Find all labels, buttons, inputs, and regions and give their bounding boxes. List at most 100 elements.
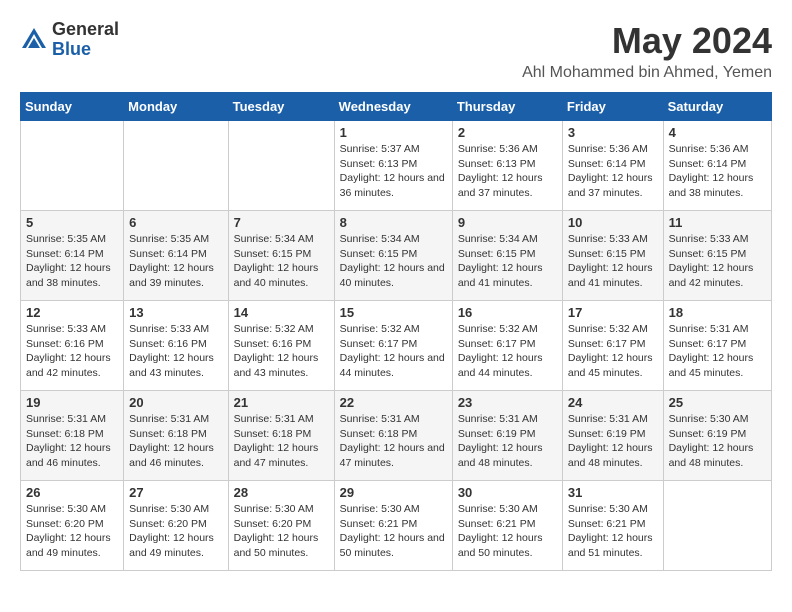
day-info: Sunrise: 5:30 AMSunset: 6:20 PMDaylight:… — [129, 502, 222, 561]
day-info: Sunrise: 5:30 AMSunset: 6:21 PMDaylight:… — [568, 502, 658, 561]
day-number: 19 — [26, 395, 118, 410]
day-info: Sunrise: 5:31 AMSunset: 6:19 PMDaylight:… — [458, 412, 557, 471]
calendar-cell: 26 Sunrise: 5:30 AMSunset: 6:20 PMDayligh… — [21, 481, 124, 571]
calendar-cell: 19 Sunrise: 5:31 AMSunset: 6:18 PMDayligh… — [21, 391, 124, 481]
day-info: Sunrise: 5:30 AMSunset: 6:20 PMDaylight:… — [26, 502, 118, 561]
day-number: 13 — [129, 305, 222, 320]
weekday-header-row: SundayMondayTuesdayWednesdayThursdayFrid… — [21, 93, 772, 121]
day-info: Sunrise: 5:32 AMSunset: 6:17 PMDaylight:… — [458, 322, 557, 381]
calendar-cell: 12 Sunrise: 5:33 AMSunset: 6:16 PMDayligh… — [21, 301, 124, 391]
calendar-cell: 5 Sunrise: 5:35 AMSunset: 6:14 PMDaylight… — [21, 211, 124, 301]
day-number: 16 — [458, 305, 557, 320]
day-info: Sunrise: 5:37 AMSunset: 6:13 PMDaylight:… — [340, 142, 447, 201]
day-info: Sunrise: 5:34 AMSunset: 6:15 PMDaylight:… — [234, 232, 329, 291]
weekday-header: Thursday — [452, 93, 562, 121]
calendar-cell: 24 Sunrise: 5:31 AMSunset: 6:19 PMDayligh… — [562, 391, 663, 481]
calendar-cell: 31 Sunrise: 5:30 AMSunset: 6:21 PMDayligh… — [562, 481, 663, 571]
weekday-header: Wednesday — [334, 93, 452, 121]
day-number: 17 — [568, 305, 658, 320]
calendar-week-row: 1 Sunrise: 5:37 AMSunset: 6:13 PMDaylight… — [21, 121, 772, 211]
calendar-cell: 25Sunrise: 5:30 AMSunset: 6:19 PMDayligh… — [663, 391, 771, 481]
calendar-cell: 23 Sunrise: 5:31 AMSunset: 6:19 PMDayligh… — [452, 391, 562, 481]
calendar-week-row: 26 Sunrise: 5:30 AMSunset: 6:20 PMDayligh… — [21, 481, 772, 571]
day-number: 14 — [234, 305, 329, 320]
calendar-cell — [663, 481, 771, 571]
calendar-cell: 30 Sunrise: 5:30 AMSunset: 6:21 PMDayligh… — [452, 481, 562, 571]
day-number: 21 — [234, 395, 329, 410]
day-number: 5 — [26, 215, 118, 230]
day-info: Sunrise: 5:31 AMSunset: 6:18 PMDaylight:… — [234, 412, 329, 471]
logo-general: General — [52, 19, 119, 39]
month-title: May 2024 — [522, 20, 772, 62]
weekday-header: Friday — [562, 93, 663, 121]
day-info: Sunrise: 5:31 AMSunset: 6:18 PMDaylight:… — [129, 412, 222, 471]
calendar-cell: 29Sunrise: 5:30 AMSunset: 6:21 PMDayligh… — [334, 481, 452, 571]
day-info: Sunrise: 5:32 AMSunset: 6:17 PMDaylight:… — [340, 322, 447, 381]
calendar-cell: 27 Sunrise: 5:30 AMSunset: 6:20 PMDayligh… — [124, 481, 228, 571]
day-number: 22 — [340, 395, 447, 410]
day-number: 29 — [340, 485, 447, 500]
day-info: Sunrise: 5:36 AMSunset: 6:13 PMDaylight:… — [458, 142, 557, 201]
calendar-week-row: 19 Sunrise: 5:31 AMSunset: 6:18 PMDayligh… — [21, 391, 772, 481]
calendar-cell: 10Sunrise: 5:33 AMSunset: 6:15 PMDayligh… — [562, 211, 663, 301]
logo-icon — [20, 26, 48, 54]
day-info: Sunrise: 5:31 AMSunset: 6:17 PMDaylight:… — [669, 322, 766, 381]
day-info: Sunrise: 5:33 AMSunset: 6:15 PMDaylight:… — [669, 232, 766, 291]
logo-text: General Blue — [52, 20, 119, 60]
calendar-cell: 21 Sunrise: 5:31 AMSunset: 6:18 PMDayligh… — [228, 391, 334, 481]
logo: General Blue — [20, 20, 119, 60]
calendar-cell — [21, 121, 124, 211]
location-title: Ahl Mohammed bin Ahmed, Yemen — [522, 64, 772, 82]
day-number: 10 — [568, 215, 658, 230]
weekday-header: Monday — [124, 93, 228, 121]
logo-blue: Blue — [52, 39, 91, 59]
calendar-cell: 1 Sunrise: 5:37 AMSunset: 6:13 PMDaylight… — [334, 121, 452, 211]
title-area: May 2024 Ahl Mohammed bin Ahmed, Yemen — [522, 20, 772, 82]
calendar-cell: 9 Sunrise: 5:34 AMSunset: 6:15 PMDaylight… — [452, 211, 562, 301]
day-number: 15 — [340, 305, 447, 320]
calendar-cell: 3 Sunrise: 5:36 AMSunset: 6:14 PMDaylight… — [562, 121, 663, 211]
day-number: 12 — [26, 305, 118, 320]
day-info: Sunrise: 5:31 AMSunset: 6:19 PMDaylight:… — [568, 412, 658, 471]
calendar-cell: 22Sunrise: 5:31 AMSunset: 6:18 PMDayligh… — [334, 391, 452, 481]
day-number: 6 — [129, 215, 222, 230]
calendar-cell — [124, 121, 228, 211]
day-number: 3 — [568, 125, 658, 140]
calendar-week-row: 5 Sunrise: 5:35 AMSunset: 6:14 PMDaylight… — [21, 211, 772, 301]
calendar-cell: 17 Sunrise: 5:32 AMSunset: 6:17 PMDayligh… — [562, 301, 663, 391]
day-info: Sunrise: 5:31 AMSunset: 6:18 PMDaylight:… — [26, 412, 118, 471]
day-info: Sunrise: 5:32 AMSunset: 6:17 PMDaylight:… — [568, 322, 658, 381]
weekday-header: Saturday — [663, 93, 771, 121]
day-number: 30 — [458, 485, 557, 500]
calendar-cell: 28Sunrise: 5:30 AMSunset: 6:20 PMDayligh… — [228, 481, 334, 571]
calendar-cell: 11 Sunrise: 5:33 AMSunset: 6:15 PMDayligh… — [663, 211, 771, 301]
day-number: 11 — [669, 215, 766, 230]
day-number: 9 — [458, 215, 557, 230]
calendar-cell: 15 Sunrise: 5:32 AMSunset: 6:17 PMDayligh… — [334, 301, 452, 391]
calendar-table: SundayMondayTuesdayWednesdayThursdayFrid… — [20, 92, 772, 571]
page-header: General Blue May 2024 Ahl Mohammed bin A… — [20, 20, 772, 82]
calendar-week-row: 12 Sunrise: 5:33 AMSunset: 6:16 PMDayligh… — [21, 301, 772, 391]
day-info: Sunrise: 5:30 AMSunset: 6:19 PMDaylight:… — [669, 412, 766, 471]
day-info: Sunrise: 5:36 AMSunset: 6:14 PMDaylight:… — [568, 142, 658, 201]
day-number: 18 — [669, 305, 766, 320]
calendar-cell: 13 Sunrise: 5:33 AMSunset: 6:16 PMDayligh… — [124, 301, 228, 391]
day-number: 1 — [340, 125, 447, 140]
day-number: 27 — [129, 485, 222, 500]
day-number: 24 — [568, 395, 658, 410]
weekday-header: Tuesday — [228, 93, 334, 121]
day-number: 26 — [26, 485, 118, 500]
day-info: Sunrise: 5:35 AMSunset: 6:14 PMDaylight:… — [26, 232, 118, 291]
day-number: 23 — [458, 395, 557, 410]
day-number: 2 — [458, 125, 557, 140]
day-number: 31 — [568, 485, 658, 500]
calendar-cell: 20Sunrise: 5:31 AMSunset: 6:18 PMDayligh… — [124, 391, 228, 481]
day-info: Sunrise: 5:33 AMSunset: 6:16 PMDaylight:… — [129, 322, 222, 381]
day-info: Sunrise: 5:30 AMSunset: 6:20 PMDaylight:… — [234, 502, 329, 561]
calendar-cell: 7Sunrise: 5:34 AMSunset: 6:15 PMDaylight… — [228, 211, 334, 301]
day-info: Sunrise: 5:34 AMSunset: 6:15 PMDaylight:… — [458, 232, 557, 291]
day-info: Sunrise: 5:33 AMSunset: 6:16 PMDaylight:… — [26, 322, 118, 381]
day-info: Sunrise: 5:36 AMSunset: 6:14 PMDaylight:… — [669, 142, 766, 201]
day-info: Sunrise: 5:30 AMSunset: 6:21 PMDaylight:… — [458, 502, 557, 561]
day-info: Sunrise: 5:35 AMSunset: 6:14 PMDaylight:… — [129, 232, 222, 291]
